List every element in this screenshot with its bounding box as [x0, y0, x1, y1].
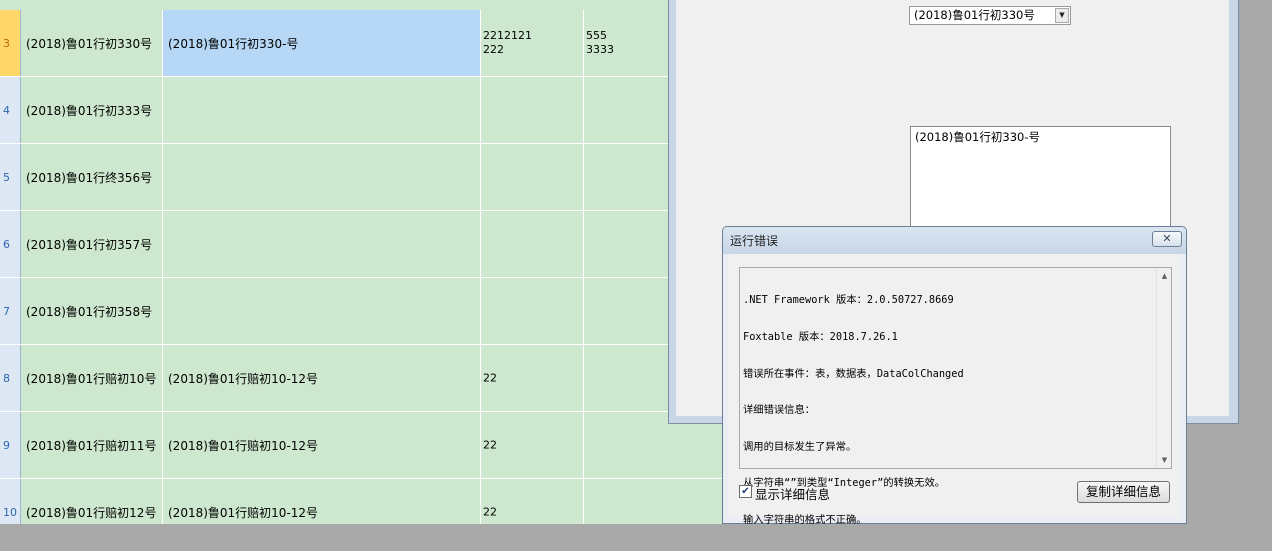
row-header[interactable]: 4: [0, 77, 21, 143]
table-cell[interactable]: [163, 144, 481, 210]
table-cell[interactable]: [584, 479, 724, 524]
error-dialog: 运行错误 ✕ .NET Framework 版本：2.0.50727.8669 …: [722, 226, 1187, 526]
table-cell[interactable]: (2018)鲁01行终356号: [21, 144, 163, 210]
table-cell[interactable]: [163, 278, 481, 344]
error-details-text: .NET Framework 版本：2.0.50727.8669 Foxtabl…: [743, 270, 1155, 526]
cell-value-line: 22: [483, 438, 497, 452]
scroll-down-icon[interactable]: ▼: [1157, 453, 1172, 467]
cell-value-line: 222: [483, 43, 504, 56]
table-cell[interactable]: [481, 278, 584, 344]
dialog-titlebar[interactable]: 运行错误 ✕: [723, 227, 1186, 254]
chevron-down-icon[interactable]: ▼: [1055, 8, 1069, 23]
error-line: 错误所在事件：表，数据表，DataColChanged: [743, 367, 964, 380]
table-cell[interactable]: (2018)鲁01行赔初10号: [21, 345, 163, 411]
table-cell[interactable]: (2018)鲁01行赔初10-12号: [163, 345, 481, 411]
check-icon: ✔: [741, 486, 750, 497]
cell-value-line: 22: [483, 505, 497, 519]
row-header[interactable]: 9: [0, 412, 21, 478]
dialog-title: 运行错误: [730, 234, 779, 248]
table-cell[interactable]: (2018)鲁01行初333号: [21, 77, 163, 143]
table-cell[interactable]: 22: [481, 412, 584, 478]
row-header[interactable]: 7: [0, 278, 21, 344]
close-icon[interactable]: ✕: [1152, 231, 1182, 247]
copy-details-button[interactable]: 复制详细信息: [1077, 481, 1170, 503]
table-cell[interactable]: 2212121 222: [481, 10, 584, 76]
combobox-value: (2018)鲁01行初330号: [914, 8, 1035, 22]
error-line: .NET Framework 版本：2.0.50727.8669: [743, 294, 954, 307]
table-cell[interactable]: [163, 211, 481, 277]
row-header[interactable]: 8: [0, 345, 21, 411]
error-line: Foxtable 版本：2018.7.26.1: [743, 331, 898, 344]
show-details-checkbox[interactable]: ✔: [739, 485, 752, 498]
cell-value-line: 3333: [586, 43, 614, 56]
row-header[interactable]: 5: [0, 144, 21, 210]
table-cell[interactable]: (2018)鲁01行赔初11号: [21, 412, 163, 478]
error-details-box[interactable]: .NET Framework 版本：2.0.50727.8669 Foxtabl…: [739, 267, 1172, 526]
row-header[interactable]: 10: [0, 479, 21, 524]
case-number-combobox[interactable]: (2018)鲁01行初330号 ▼: [909, 6, 1071, 25]
table-cell[interactable]: (2018)鲁01行赔初10-12号: [163, 479, 481, 524]
row-header[interactable]: 3: [0, 10, 21, 76]
scroll-up-icon[interactable]: ▲: [1157, 269, 1172, 283]
cell-value-line: 22: [483, 371, 497, 385]
table-cell[interactable]: [163, 77, 481, 143]
table-cell[interactable]: (2018)鲁01行赔初10-12号: [163, 412, 481, 478]
selected-cell[interactable]: (2018)鲁01行初330-号: [163, 10, 481, 76]
table-cell[interactable]: (2018)鲁01行赔初12号: [21, 479, 163, 524]
error-line: 详细错误信息：: [743, 404, 816, 417]
error-line: 输入字符串的格式不正确。: [743, 514, 867, 527]
table-cell[interactable]: [481, 211, 584, 277]
cell-value-line: 2212121: [483, 29, 532, 42]
table-cell[interactable]: [481, 144, 584, 210]
table-cell[interactable]: (2018)鲁01行初330号: [21, 10, 163, 76]
cell-value-line: 555: [586, 29, 607, 42]
table-cell[interactable]: 22: [481, 479, 584, 524]
row-header[interactable]: 6: [0, 211, 21, 277]
error-line: 调用的目标发生了异常。: [743, 440, 857, 453]
case-number-textarea[interactable]: (2018)鲁01行初330-号: [910, 126, 1171, 236]
vertical-scrollbar[interactable]: ▲ ▼: [1156, 268, 1171, 468]
table-cell[interactable]: [481, 77, 584, 143]
table-cell[interactable]: 22: [481, 345, 584, 411]
table-cell[interactable]: (2018)鲁01行初357号: [21, 211, 163, 277]
table-cell[interactable]: (2018)鲁01行初358号: [21, 278, 163, 344]
show-details-label[interactable]: 显示详细信息: [755, 484, 830, 503]
